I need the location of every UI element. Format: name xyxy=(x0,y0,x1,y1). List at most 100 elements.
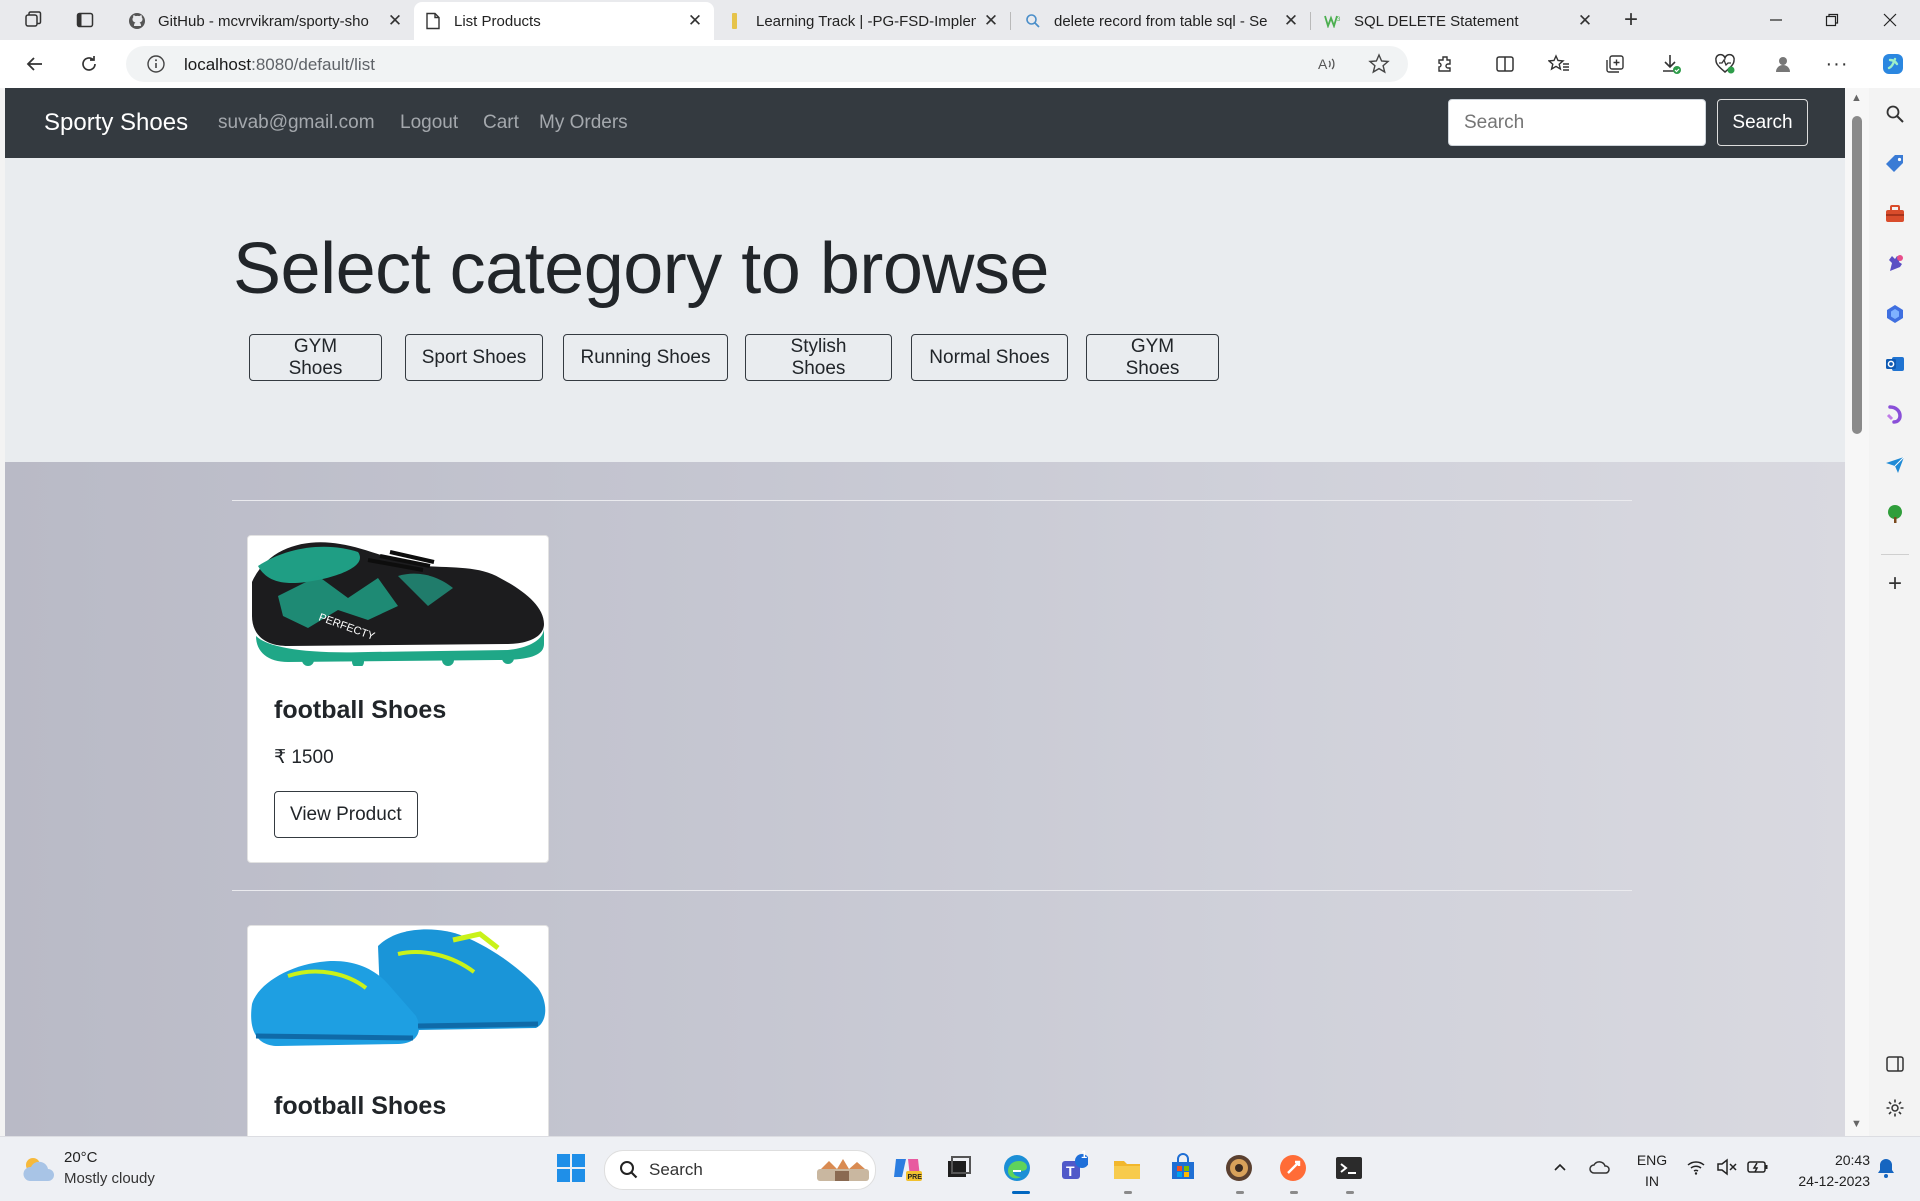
split-screen-icon[interactable] xyxy=(1490,50,1520,78)
close-tab-icon[interactable]: ✕ xyxy=(1282,11,1300,30)
learning-icon xyxy=(726,12,744,30)
copilot-pre-icon[interactable]: PRE xyxy=(890,1151,924,1185)
copilot-icon[interactable] xyxy=(1878,50,1908,78)
nav-link-logout[interactable]: Logout xyxy=(400,112,458,134)
close-tab-icon[interactable]: ✕ xyxy=(686,11,704,30)
new-tab-icon[interactable]: + xyxy=(1616,6,1646,34)
scrollbar-thumb[interactable] xyxy=(1852,116,1862,434)
task-view-icon[interactable] xyxy=(942,1151,976,1185)
github-icon xyxy=(128,12,146,30)
refresh-icon[interactable] xyxy=(74,50,104,78)
notification-bell-icon[interactable] xyxy=(1876,1157,1896,1184)
file-explorer-icon[interactable] xyxy=(1110,1151,1144,1185)
url-text[interactable]: localhost:8080/default/list xyxy=(184,55,375,75)
edge-browser-icon[interactable] xyxy=(1000,1151,1034,1185)
clock-date[interactable]: 24-12-2023 xyxy=(1780,1173,1870,1189)
running-app-indicator xyxy=(1346,1191,1354,1194)
address-bar[interactable]: localhost:8080/default/list A xyxy=(126,46,1408,82)
battery-charging-icon[interactable] xyxy=(1746,1157,1770,1182)
black-green-football-shoe-image[interactable]: PERFECTY xyxy=(248,536,548,668)
minimize-icon[interactable] xyxy=(1748,0,1804,40)
scroll-down-icon[interactable]: ▼ xyxy=(1851,1118,1862,1130)
close-tab-icon[interactable]: ✕ xyxy=(386,11,404,30)
tools-icon[interactable] xyxy=(1881,200,1909,228)
add-sidebar-app-icon[interactable]: + xyxy=(1881,570,1909,598)
restore-icon[interactable] xyxy=(1804,0,1860,40)
weather-description[interactable]: Mostly cloudy xyxy=(64,1170,155,1187)
volume-muted-icon[interactable] xyxy=(1716,1157,1738,1182)
close-tab-icon[interactable]: ✕ xyxy=(1576,11,1594,30)
close-tab-icon[interactable]: ✕ xyxy=(982,11,1000,30)
taskbar-search-box[interactable]: Search xyxy=(604,1150,876,1190)
tab-list-products[interactable]: List Products ✕ xyxy=(414,2,714,40)
teams-icon[interactable]: T 1 xyxy=(1056,1149,1090,1185)
blue-football-shoes-image[interactable] xyxy=(248,926,548,1056)
divider xyxy=(232,500,1632,501)
category-button[interactable]: Running Shoes xyxy=(563,334,728,381)
tree-icon[interactable] xyxy=(1881,500,1909,528)
extensions-icon[interactable] xyxy=(1430,50,1460,78)
terminal-icon[interactable] xyxy=(1332,1151,1366,1185)
shopping-tag-icon[interactable] xyxy=(1881,150,1909,178)
workspaces-icon[interactable] xyxy=(18,6,48,34)
games-icon[interactable] xyxy=(1881,250,1909,278)
weather-cloudy-icon[interactable] xyxy=(20,1153,56,1190)
category-button[interactable]: GYM Shoes xyxy=(1086,334,1219,381)
site-info-icon[interactable] xyxy=(146,54,166,79)
favorites-icon[interactable] xyxy=(1544,50,1574,78)
category-button[interactable]: Sport Shoes xyxy=(405,334,543,381)
browser-essentials-icon[interactable] xyxy=(1710,50,1740,78)
svg-text:3: 3 xyxy=(1337,17,1341,23)
send-icon[interactable] xyxy=(1881,450,1909,478)
favorite-star-icon[interactable] xyxy=(1368,53,1390,80)
tab-sql-delete[interactable]: 3 SQL DELETE Statement ✕ xyxy=(1314,2,1604,40)
scroll-up-icon[interactable]: ▲ xyxy=(1851,92,1862,104)
hide-sidebar-icon[interactable] xyxy=(1881,1050,1909,1078)
postman-icon[interactable] xyxy=(1276,1151,1310,1185)
app-badge-icon[interactable] xyxy=(1222,1151,1256,1185)
language-indicator[interactable]: ENG xyxy=(1632,1152,1672,1168)
outlook-icon[interactable] xyxy=(1881,350,1909,378)
weather-temperature[interactable]: 20°C xyxy=(64,1149,98,1166)
tab-github[interactable]: GitHub - mcvrvikram/sporty-sho ✕ xyxy=(118,2,414,40)
onedrive-cloud-icon[interactable] xyxy=(1588,1157,1612,1182)
tab-bing-search[interactable]: delete record from table sql - Se ✕ xyxy=(1014,2,1310,40)
language-region[interactable]: IN xyxy=(1632,1173,1672,1189)
windows-start-icon[interactable] xyxy=(554,1151,588,1185)
browser-tab-strip: GitHub - mcvrvikram/sporty-sho ✕ List Pr… xyxy=(0,0,1920,40)
collections-icon[interactable] xyxy=(1600,50,1630,78)
search-input[interactable] xyxy=(1448,99,1706,146)
chevron-up-icon[interactable] xyxy=(1552,1159,1568,1180)
sidebar-search-icon[interactable] xyxy=(1881,100,1909,128)
search-highlight-icon xyxy=(815,1155,871,1190)
profile-icon[interactable] xyxy=(1768,50,1798,78)
settings-gear-icon[interactable] xyxy=(1881,1094,1909,1122)
page-heading: Select category to browse xyxy=(233,229,1049,309)
downloads-icon[interactable] xyxy=(1656,50,1686,78)
category-button[interactable]: Normal Shoes xyxy=(911,334,1068,381)
brand-link[interactable]: Sporty Shoes xyxy=(44,109,188,137)
nav-link-my-orders[interactable]: My Orders xyxy=(539,112,628,134)
wifi-icon[interactable] xyxy=(1686,1157,1706,1182)
read-aloud-icon[interactable]: A xyxy=(1316,53,1338,80)
nav-link-cart[interactable]: Cart xyxy=(483,112,519,134)
more-options-icon[interactable]: ··· xyxy=(1822,50,1852,78)
view-product-button[interactable]: View Product xyxy=(274,791,418,838)
product-name: football Shoes xyxy=(274,696,447,724)
tab-actions-icon[interactable] xyxy=(70,6,100,34)
page-scrollbar[interactable]: ▲ ▼ xyxy=(1845,88,1869,1136)
microsoft-365-icon[interactable] xyxy=(1881,300,1909,328)
tab-learning-track[interactable]: Learning Track | -PG-FSD-Implem ✕ xyxy=(716,2,1010,40)
category-button[interactable]: Stylish Shoes xyxy=(745,334,892,381)
search-button[interactable]: Search xyxy=(1717,99,1808,146)
nav-link-user-email[interactable]: suvab@gmail.com xyxy=(218,112,375,134)
clock-time[interactable]: 20:43 xyxy=(1780,1152,1870,1168)
close-window-icon[interactable] xyxy=(1862,0,1918,40)
tab-divider xyxy=(1310,12,1311,30)
category-button[interactable]: GYM Shoes xyxy=(249,334,382,381)
windows-taskbar: 20°C Mostly cloudy Search PRE T 1 ENG IN… xyxy=(0,1136,1920,1201)
drop-icon[interactable] xyxy=(1881,400,1909,428)
microsoft-store-icon[interactable] xyxy=(1166,1151,1200,1185)
edge-sidebar: + xyxy=(1869,88,1920,1136)
back-icon[interactable] xyxy=(20,50,50,78)
